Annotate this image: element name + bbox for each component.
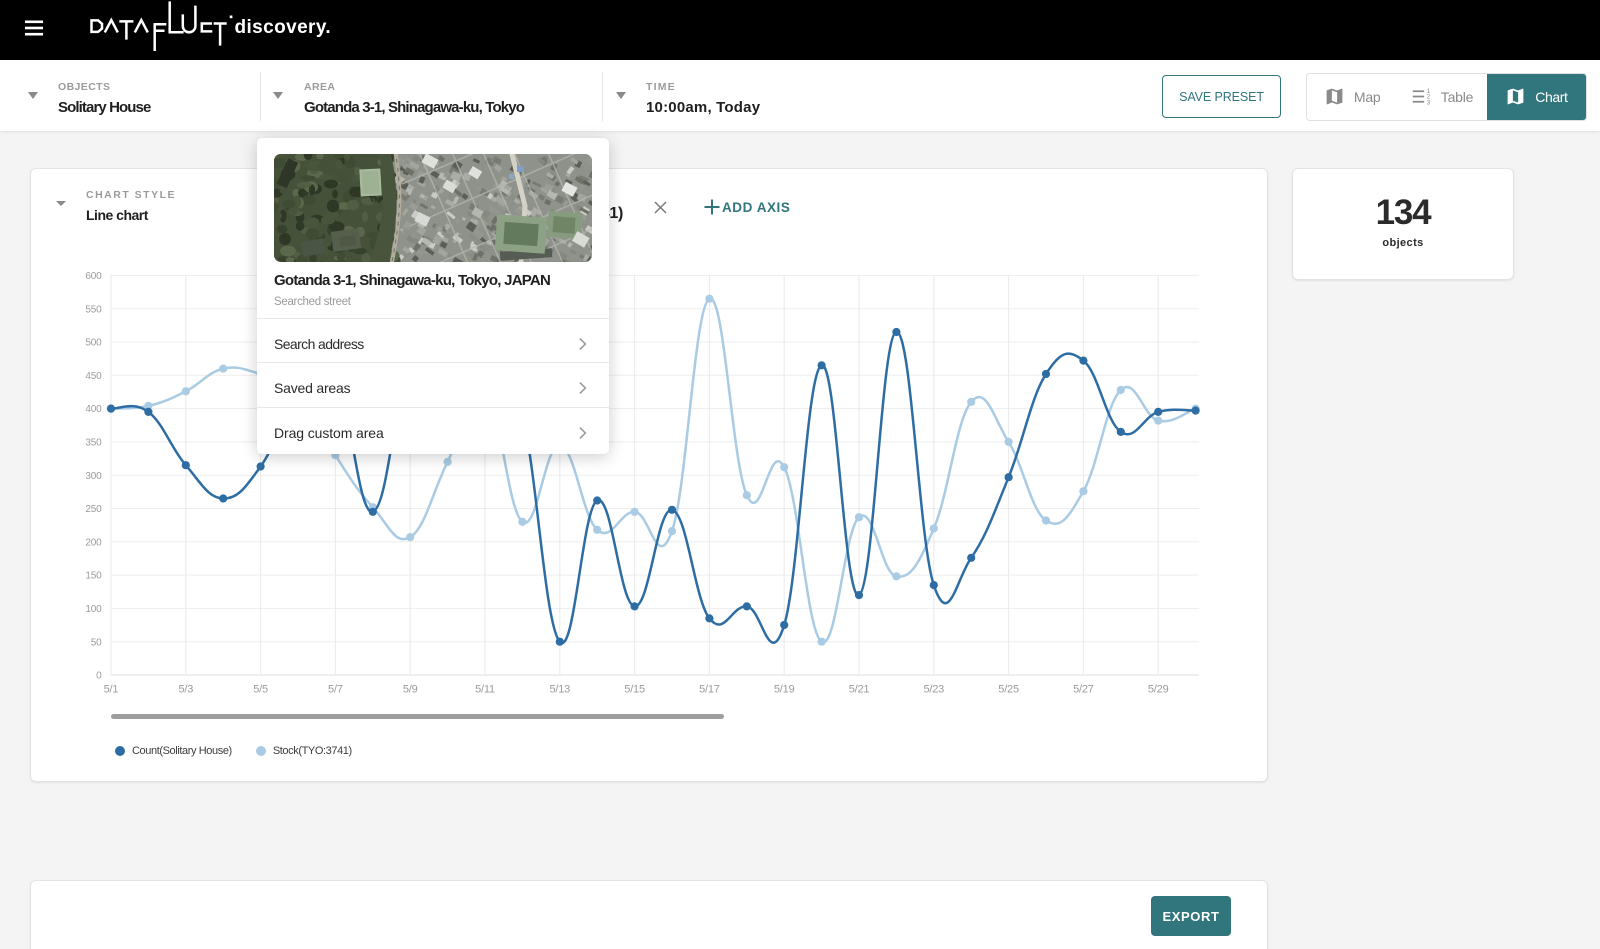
svg-text:500: 500 [85, 338, 102, 349]
svg-text:5/3: 5/3 [178, 684, 193, 696]
svg-text:5/25: 5/25 [998, 684, 1019, 696]
svg-text:350: 350 [85, 438, 102, 449]
svg-text:5/13: 5/13 [549, 684, 570, 696]
svg-text:5/29: 5/29 [1148, 684, 1169, 696]
svg-text:5/21: 5/21 [849, 684, 870, 696]
svg-text:100: 100 [85, 604, 102, 615]
svg-text:150: 150 [85, 571, 102, 582]
svg-text:300: 300 [85, 471, 102, 482]
svg-text:550: 550 [85, 304, 102, 315]
svg-text:5/5: 5/5 [253, 684, 268, 696]
svg-text:5/15: 5/15 [624, 684, 645, 696]
svg-text:50: 50 [91, 637, 102, 648]
svg-text:250: 250 [85, 504, 102, 515]
svg-text:5/7: 5/7 [328, 684, 343, 696]
svg-text:5/1: 5/1 [104, 684, 119, 696]
svg-text:discovery.: discovery. [235, 17, 332, 38]
svg-text:600: 600 [85, 271, 102, 282]
svg-text:5/27: 5/27 [1073, 684, 1094, 696]
svg-text:3: 3 [1427, 100, 1431, 107]
svg-text:450: 450 [85, 371, 102, 382]
svg-text:5/23: 5/23 [923, 684, 944, 696]
svg-text:5/9: 5/9 [403, 684, 418, 696]
svg-text:5/17: 5/17 [699, 684, 720, 696]
svg-text:0: 0 [96, 671, 102, 682]
svg-text:5/11: 5/11 [475, 684, 495, 696]
svg-text:200: 200 [85, 537, 102, 548]
svg-text:400: 400 [85, 404, 102, 415]
svg-text:5/19: 5/19 [774, 684, 795, 696]
